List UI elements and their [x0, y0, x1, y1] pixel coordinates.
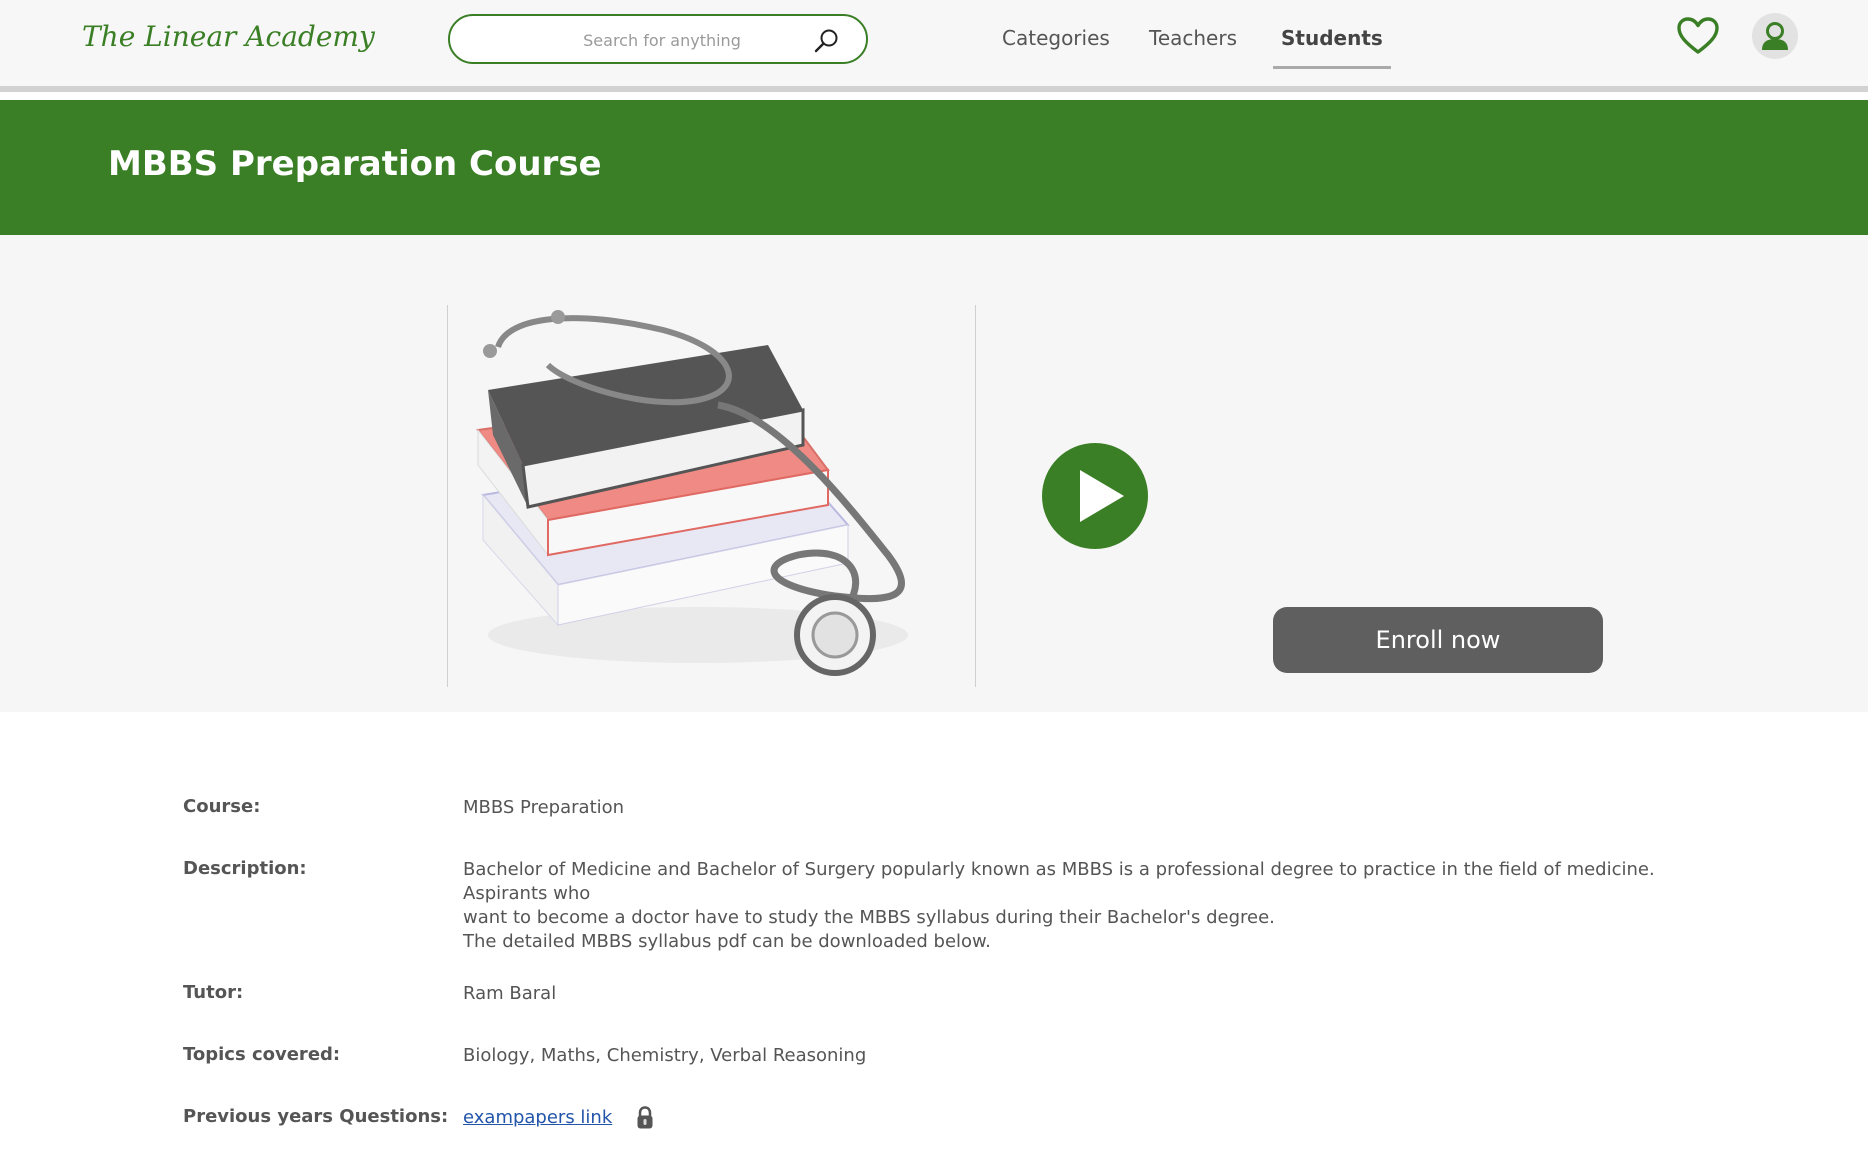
description-line: The detailed MBBS syllabus pdf can be do…: [463, 931, 991, 952]
lock-icon: [637, 1106, 653, 1129]
play-video-button[interactable]: [1042, 443, 1148, 549]
site-logo[interactable]: The Linear Academy: [82, 20, 375, 53]
description-label: Description:: [183, 858, 307, 879]
enroll-now-button[interactable]: Enroll now: [1273, 607, 1603, 673]
search-icon[interactable]: [814, 28, 840, 54]
page-title: MBBS Preparation Course: [108, 144, 602, 184]
tutor-value: Ram Baral: [463, 983, 557, 1004]
tutor-label: Tutor:: [183, 982, 244, 1003]
nav-teachers[interactable]: Teachers: [1149, 26, 1237, 66]
previous-questions-value: exampapers link: [463, 1106, 1683, 1130]
user-avatar[interactable]: [1752, 13, 1798, 59]
course-value: MBBS Preparation: [463, 797, 625, 818]
topics-label: Topics covered:: [183, 1044, 341, 1065]
top-navigation-bar: The Linear Academy Categories Teachers S…: [0, 0, 1868, 92]
description-line: Aspirants who: [463, 883, 591, 904]
description-line: want to become a doctor have to study th…: [463, 907, 1275, 928]
heart-icon[interactable]: [1676, 16, 1720, 56]
user-icon: [1762, 22, 1788, 50]
previous-questions-label: Previous years Questions:: [183, 1106, 449, 1127]
description-line: Bachelor of Medicine and Bachelor of Sur…: [463, 859, 1655, 880]
nav-students[interactable]: Students: [1273, 26, 1391, 69]
course-hero: Enroll now: [0, 235, 1868, 712]
course-image-books-stethoscope: [447, 305, 976, 687]
nav-categories[interactable]: Categories: [1002, 26, 1110, 66]
course-title-banner: MBBS Preparation Course: [0, 100, 1868, 235]
topics-value: Biology, Maths, Chemistry, Verbal Reason…: [463, 1045, 867, 1066]
course-details: Course: MBBS Preparation Description: Ba…: [0, 712, 1868, 1162]
description-value: Bachelor of Medicine and Bachelor of Sur…: [463, 858, 1683, 954]
exampapers-link[interactable]: exampapers link: [463, 1107, 612, 1128]
search-box[interactable]: [448, 14, 868, 64]
search-input[interactable]: [510, 26, 814, 54]
course-label: Course:: [183, 796, 261, 817]
play-icon: [1080, 470, 1124, 522]
